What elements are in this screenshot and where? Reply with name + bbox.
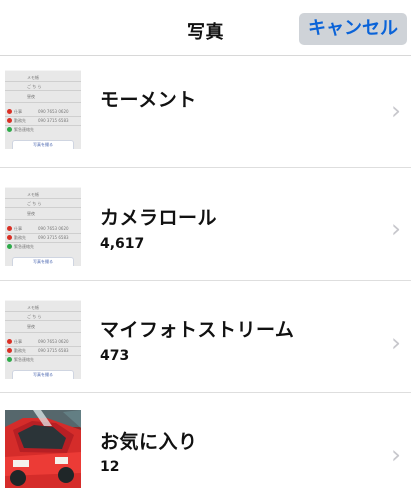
thumbnail-number: 090 3715 6583 xyxy=(38,348,69,353)
thumbnail-text: 仕事 xyxy=(14,109,22,114)
green-status-dot-icon xyxy=(7,127,12,132)
album-count: 12 xyxy=(100,459,120,475)
chevron-right-icon: › xyxy=(391,214,401,243)
thumbnail-text: ご ち ら xyxy=(27,314,42,319)
red-car-photo-icon xyxy=(5,410,81,488)
thumbnail-divider xyxy=(5,311,81,312)
red-status-dot-icon xyxy=(7,348,12,353)
thumbnail-text: 緊急連絡先 xyxy=(14,244,34,249)
thumbnail-text: メモ帳 xyxy=(27,75,39,80)
chevron-right-icon: › xyxy=(391,328,401,357)
thumbnail-number: 090 7653 0620 xyxy=(38,109,69,114)
thumbnail-divider xyxy=(5,102,81,103)
red-status-dot-icon xyxy=(7,226,12,231)
red-status-dot-icon xyxy=(7,109,12,114)
red-status-dot-icon xyxy=(7,118,12,123)
album-row-moments[interactable]: メモ帳 ご ち ら 昼夜 仕事 090 7653 0620 勤務先 090 37… xyxy=(0,55,411,167)
album-title: お気に入り xyxy=(100,431,198,453)
thumbnail-divider xyxy=(5,219,81,220)
thumbnail-number: 090 3715 6583 xyxy=(38,235,69,240)
thumbnail-text: 昼夜 xyxy=(27,324,35,329)
thumbnail-text: 仕事 xyxy=(14,226,22,231)
thumbnail-divider xyxy=(5,355,81,356)
thumbnail-divider xyxy=(5,332,81,333)
thumbnail-text: 昼夜 xyxy=(27,211,35,216)
album-title: マイフォトストリーム xyxy=(100,319,295,341)
thumbnail-footer-button: 写真を撮る xyxy=(12,370,74,379)
thumbnail-text: 勤務先 xyxy=(14,235,26,240)
album-thumbnail-camera-roll: メモ帳 ご ち ら 昼夜 仕事 090 7653 0620 勤務先 090 37… xyxy=(5,187,81,266)
album-thumbnail-favorites xyxy=(5,410,81,488)
thumbnail-divider xyxy=(5,233,81,234)
thumbnail-divider xyxy=(5,207,81,208)
thumbnail-number: 090 7653 0620 xyxy=(38,226,69,231)
photos-navigation-bar: 写真 キャンセル xyxy=(0,0,411,56)
album-row-favorites[interactable]: お気に入り 12 › xyxy=(0,393,411,488)
thumbnail-text: ご ち ら xyxy=(27,201,42,206)
thumbnail-divider xyxy=(5,320,81,321)
album-thumbnail-my-photo-stream: メモ帳 ご ち ら 昼夜 仕事 090 7653 0620 勤務先 090 37… xyxy=(5,300,81,379)
thumbnail-divider xyxy=(5,81,81,82)
thumbnail-divider xyxy=(5,198,81,199)
thumbnail-divider xyxy=(5,90,81,91)
red-status-dot-icon xyxy=(7,235,12,240)
thumbnail-divider xyxy=(5,242,81,243)
thumbnail-text: ご ち ら xyxy=(27,84,42,89)
chevron-right-icon: › xyxy=(391,96,401,125)
thumbnail-text: 勤務先 xyxy=(14,348,26,353)
album-title: カメラロール xyxy=(100,207,218,229)
thumbnail-footer-button: 写真を撮る xyxy=(12,140,74,149)
thumbnail-text: メモ帳 xyxy=(27,305,39,310)
album-thumbnail-moments: メモ帳 ご ち ら 昼夜 仕事 090 7653 0620 勤務先 090 37… xyxy=(5,70,81,149)
thumbnail-divider xyxy=(5,125,81,126)
thumbnail-footer-button: 写真を撮る xyxy=(12,257,74,266)
thumbnail-number: 090 3715 6583 xyxy=(38,118,69,123)
thumbnail-text: 勤務先 xyxy=(14,118,26,123)
thumbnail-divider xyxy=(5,346,81,347)
cancel-button[interactable]: キャンセル xyxy=(299,13,407,45)
thumbnail-text: 緊急連絡先 xyxy=(14,357,34,362)
album-row-my-photo-stream[interactable]: メモ帳 ご ち ら 昼夜 仕事 090 7653 0620 勤務先 090 37… xyxy=(0,281,411,393)
green-status-dot-icon xyxy=(7,244,12,249)
thumbnail-text: 昼夜 xyxy=(27,94,35,99)
thumbnail-text: 仕事 xyxy=(14,339,22,344)
thumbnail-text: 緊急連絡先 xyxy=(14,127,34,132)
red-status-dot-icon xyxy=(7,339,12,344)
album-count: 4,617 xyxy=(100,236,145,252)
green-status-dot-icon xyxy=(7,357,12,362)
album-title: モーメント xyxy=(100,89,197,111)
thumbnail-text: メモ帳 xyxy=(27,192,39,197)
album-row-camera-roll[interactable]: メモ帳 ご ち ら 昼夜 仕事 090 7653 0620 勤務先 090 37… xyxy=(0,168,411,280)
chevron-right-icon: › xyxy=(391,440,401,469)
thumbnail-number: 090 7653 0620 xyxy=(38,339,69,344)
thumbnail-divider xyxy=(5,116,81,117)
album-count: 473 xyxy=(100,348,130,364)
